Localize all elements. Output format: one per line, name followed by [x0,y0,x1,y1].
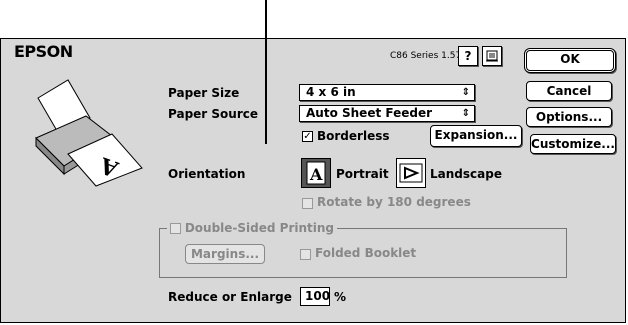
help-icon: ? [464,49,472,63]
options-button[interactable]: Options... [526,107,612,127]
rotate-checkbox[interactable] [302,198,313,209]
paper-source-value: Auto Sheet Feeder [306,106,432,120]
paper-size-label: Paper Size [168,86,240,100]
printer-series-label: C86 Series 1.57A [390,51,468,61]
borderless-checkbox[interactable]: ✓ [302,131,313,142]
paper-size-value: 4 x 6 in [306,85,356,99]
landscape-icon [399,163,423,183]
svg-text:A: A [309,165,323,184]
paper-source-label: Paper Source [168,107,258,121]
check-icon: ✓ [303,131,312,142]
rotate-label: Rotate by 180 degrees [317,195,471,209]
portrait-option[interactable]: A [301,158,331,188]
percent-sign: % [334,290,347,304]
scale-percent-input[interactable]: 100 [300,287,330,306]
popup-arrows-icon: ⇕ [461,108,470,119]
expansion-button[interactable]: Expansion... [430,125,522,147]
landscape-label: Landscape [430,167,502,181]
double-sided-label: Double-Sided Printing [184,221,335,235]
printer-utility-button[interactable] [482,46,502,66]
popup-arrows-icon: ⇕ [461,87,470,98]
double-sided-checkbox[interactable] [170,223,181,234]
ok-button[interactable]: OK [524,48,616,73]
portrait-icon: A [306,161,326,185]
printer-illustration: A [35,79,143,187]
orientation-label: Orientation [168,167,246,181]
printer-utility-icon [486,50,498,62]
borderless-label: Borderless [317,129,390,143]
paper-source-select[interactable]: Auto Sheet Feeder ⇕ [299,105,475,122]
landscape-option[interactable] [396,158,426,188]
folded-booklet-label: Folded Booklet [315,246,417,260]
paper-size-select[interactable]: 4 x 6 in ⇕ [299,84,475,101]
help-button[interactable]: ? [458,46,478,66]
folded-booklet-checkbox[interactable] [300,249,311,260]
reduce-enlarge-label: Reduce or Enlarge [168,290,292,304]
portrait-label: Portrait [336,167,389,181]
callout-line-overlay [265,38,267,144]
brand-logo: EPSON [14,42,73,61]
margins-button[interactable]: Margins... [185,244,265,264]
double-sided-legend: Double-Sided Printing [167,221,338,235]
cancel-button[interactable]: Cancel [526,81,612,101]
customize-button[interactable]: Customize... [530,134,616,154]
